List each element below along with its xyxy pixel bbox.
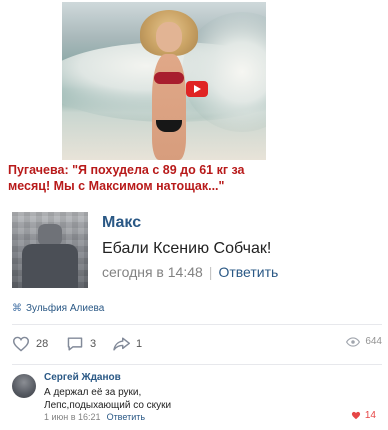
avatar[interactable] bbox=[12, 374, 36, 398]
paperclip-icon: ⌘ bbox=[12, 303, 22, 314]
attachment-link[interactable]: ⌘ Зульфия Алиева bbox=[12, 303, 104, 314]
shares-count: 1 bbox=[136, 338, 143, 350]
likes-count: 28 bbox=[36, 338, 49, 350]
reply-button[interactable]: Ответить bbox=[218, 264, 278, 280]
divider bbox=[12, 364, 382, 365]
ad-video-thumbnail[interactable] bbox=[62, 2, 266, 160]
comment-meta: 1 июн в 16:21 Ответить bbox=[44, 412, 145, 422]
separator: | bbox=[208, 264, 213, 280]
comment-line: Лепс,подыхающий со скуки bbox=[44, 400, 172, 411]
like-button[interactable]: 28 bbox=[12, 336, 48, 352]
comment-item: Сергей Жданов А держал её за руки, Лепс,… bbox=[12, 372, 382, 428]
reply-button[interactable]: Ответить bbox=[107, 412, 145, 422]
views-count: 644 bbox=[365, 336, 382, 347]
share-button[interactable]: 1 bbox=[112, 336, 142, 352]
comment-button[interactable]: 3 bbox=[66, 336, 96, 352]
post-header: Макс Ебали Ксению Собчак! сегодня в 14:4… bbox=[12, 212, 382, 288]
share-icon bbox=[113, 337, 130, 351]
views-counter: 644 bbox=[346, 336, 382, 347]
post-actions: 28 3 1 644 bbox=[12, 336, 382, 358]
comment-likes-count: 14 bbox=[364, 410, 376, 421]
divider bbox=[12, 324, 382, 325]
comment-text: А держал её за руки, Лепс,подыхающий со … bbox=[44, 386, 171, 412]
post-author-name[interactable]: Макс bbox=[102, 214, 141, 232]
post-meta: сегодня в 14:48 | Ответить bbox=[102, 264, 278, 280]
comment-author-name[interactable]: Сергей Жданов bbox=[44, 372, 121, 383]
attachment-label[interactable]: Зульфия Алиева bbox=[26, 303, 104, 314]
post-message: Ебали Ксению Собчак! bbox=[102, 240, 272, 257]
heart-icon bbox=[351, 411, 360, 420]
comments-count: 3 bbox=[90, 338, 97, 350]
comment-like-button[interactable]: 14 bbox=[351, 410, 376, 421]
comment-time[interactable]: 1 июн в 16:21 bbox=[44, 412, 101, 422]
eye-icon bbox=[346, 336, 361, 347]
post-time[interactable]: сегодня в 14:48 bbox=[102, 264, 203, 280]
comment-line: А держал её за руки, bbox=[44, 387, 142, 398]
play-icon[interactable] bbox=[186, 81, 208, 97]
avatar[interactable] bbox=[12, 212, 88, 288]
heart-icon bbox=[12, 336, 30, 352]
ad-block[interactable]: Пугачева: "Я похудела с 89 до 61 кг за м… bbox=[0, 0, 270, 200]
ad-caption[interactable]: Пугачева: "Я похудела с 89 до 61 кг за м… bbox=[8, 162, 268, 194]
comment-icon bbox=[67, 337, 83, 351]
